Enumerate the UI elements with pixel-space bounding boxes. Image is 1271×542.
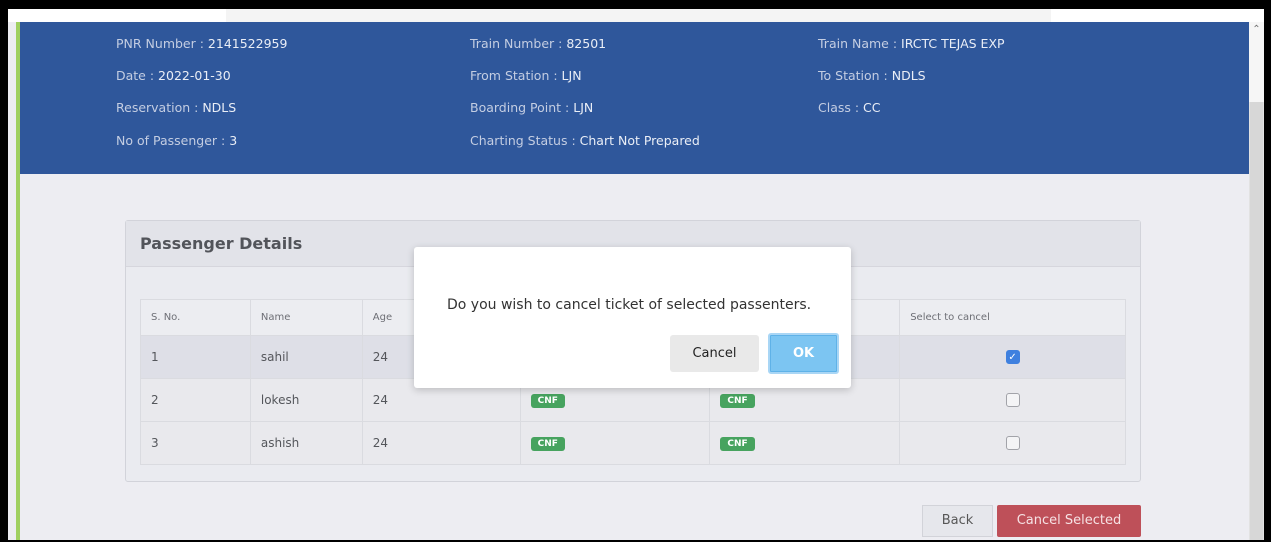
dialog-message: Do you wish to cancel ticket of selected… — [447, 297, 812, 313]
dialog-cancel-button[interactable]: Cancel — [670, 335, 759, 372]
confirm-dialog: Do you wish to cancel ticket of selected… — [414, 247, 851, 388]
dialog-ok-button[interactable]: OK — [768, 333, 839, 374]
app-window: PNR Number : 2141522959 Train Number : 8… — [8, 9, 1264, 540]
